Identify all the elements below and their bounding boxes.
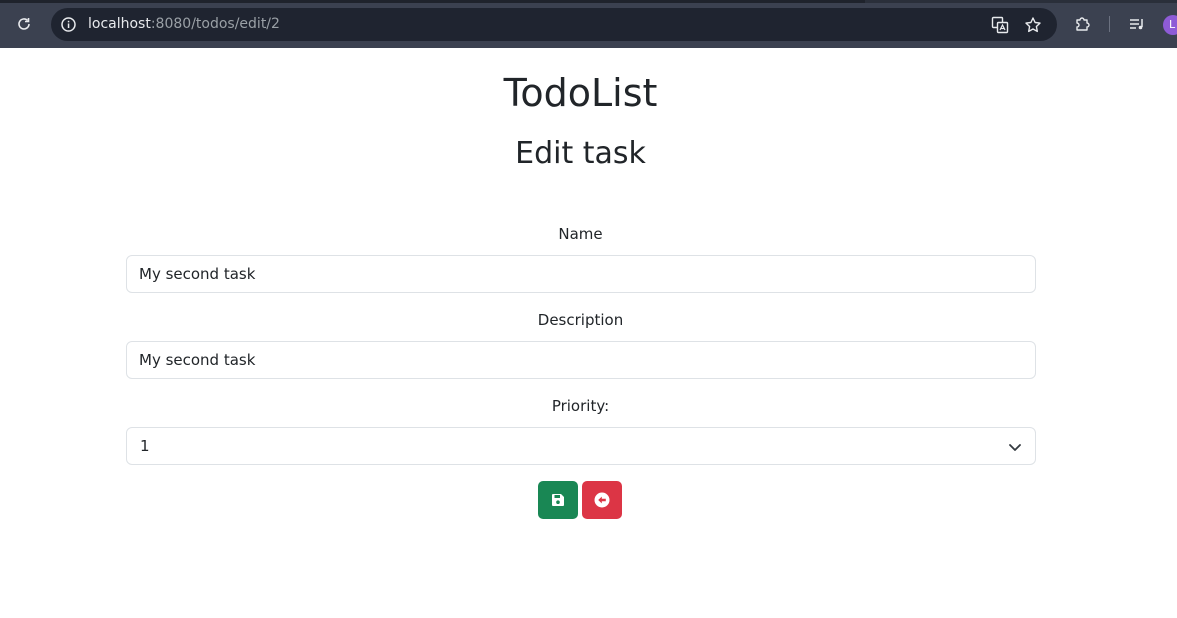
app-title: TodoList xyxy=(503,71,658,115)
page-content: TodoList Edit task Name Description Prio… xyxy=(0,48,1177,618)
name-label: Name xyxy=(558,225,603,243)
circle-arrow-left-icon xyxy=(594,492,610,508)
browser-toolbar: localhost:8080/todos/edit/2 L xyxy=(0,0,1177,48)
bookmark-button[interactable] xyxy=(1022,14,1044,36)
profile-avatar[interactable]: L xyxy=(1163,15,1177,35)
floppy-disk-icon xyxy=(552,494,564,506)
playlist-icon xyxy=(1130,19,1143,30)
url-path: :8080/todos/edit/2 xyxy=(150,16,280,32)
priority-select[interactable]: 1 xyxy=(126,427,1036,465)
active-tab-edge xyxy=(0,0,865,3)
puzzle-icon xyxy=(1076,17,1090,31)
reload-button[interactable] xyxy=(13,13,35,35)
url-host: localhost xyxy=(88,16,151,32)
extensions-button[interactable] xyxy=(1072,13,1094,35)
reload-icon xyxy=(18,18,30,30)
tab-strip xyxy=(0,0,1177,3)
toolbar-separator xyxy=(1109,16,1110,32)
name-input[interactable] xyxy=(126,255,1036,293)
page-heading: Edit task xyxy=(515,136,646,171)
save-button[interactable] xyxy=(538,481,578,519)
chevron-down-icon xyxy=(1009,444,1021,451)
info-icon xyxy=(61,17,76,32)
site-info-button[interactable] xyxy=(59,15,78,34)
translate-icon xyxy=(991,16,1009,34)
media-control-button[interactable] xyxy=(1126,13,1148,35)
description-label: Description xyxy=(537,311,624,329)
url-text[interactable]: localhost:8080/todos/edit/2 xyxy=(88,16,280,32)
star-icon xyxy=(1025,17,1041,33)
translate-button[interactable] xyxy=(989,14,1011,36)
address-bar[interactable]: localhost:8080/todos/edit/2 xyxy=(51,8,1057,41)
priority-label: Priority: xyxy=(551,397,610,415)
priority-selected-value: 1 xyxy=(140,437,150,455)
back-button[interactable] xyxy=(582,481,622,519)
description-input[interactable] xyxy=(126,341,1036,379)
